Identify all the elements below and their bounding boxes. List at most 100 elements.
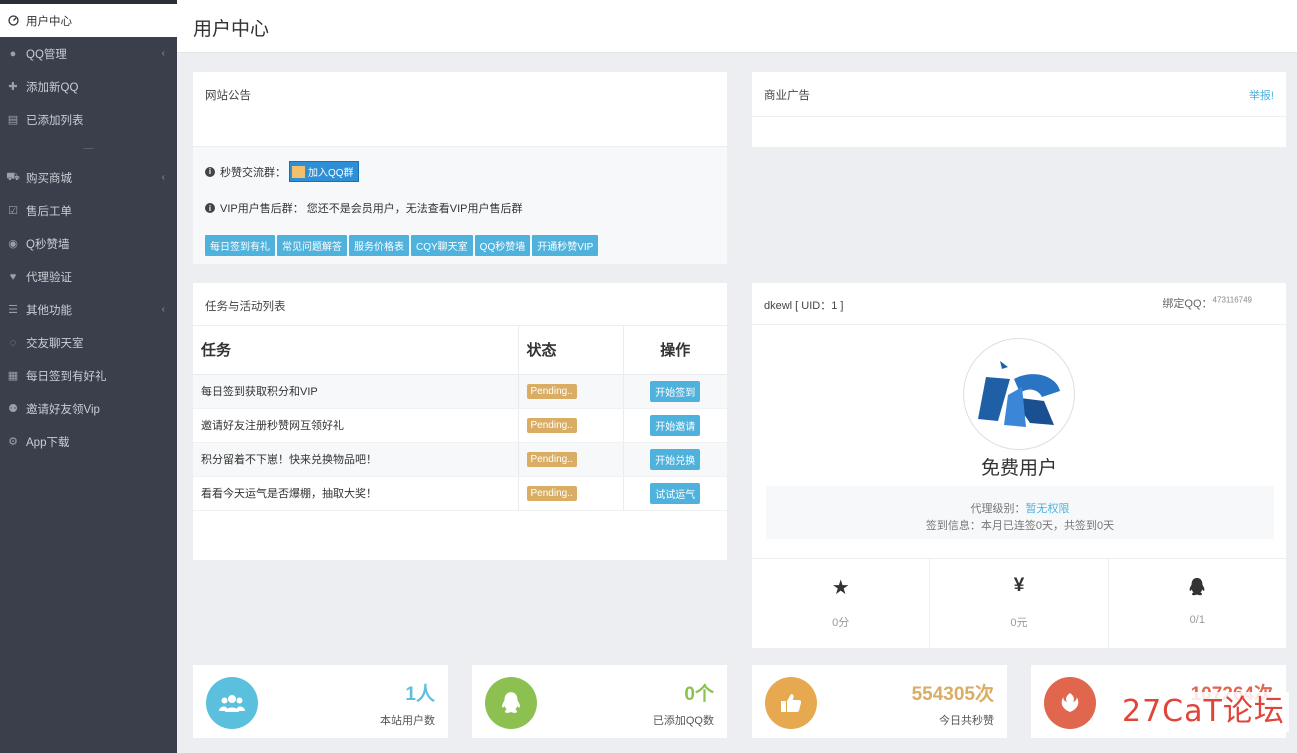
status-badge: Pending.. [526,451,577,467]
qq-icon [485,677,537,729]
ad-divider [752,116,1286,117]
sidebar: 用户中心 ● QQ管理 ‹ ✚ 添加新QQ ▤ 已添加列表 — ⛟ 购买商城 ‹… [0,0,177,753]
join-qq-group-button[interactable]: 加入QQ群 [289,161,359,182]
agent-level-row: 代理级别：暂无权限 [766,500,1274,516]
chevron-left-icon: ‹ [161,172,165,183]
table-row: 每日签到获取积分和VIP Pending.. 开始签到 [193,374,727,409]
qq-icon [1109,577,1286,600]
info-icon: i [205,203,215,213]
logo-icon [978,361,1060,427]
ad-title: 商业广告 [764,90,810,102]
sidebar-item-add-qq[interactable]: ✚ 添加新QQ [0,70,177,103]
column-header-status: 状态 [517,326,623,375]
yen-icon: ¥ [1013,575,1025,596]
sidebar-item-agent-verify[interactable]: ♥ 代理验证 [0,260,177,293]
bind-qq-label: 绑定QQ： [1162,298,1213,310]
sidebar-item-label: 其他功能 [26,304,72,317]
rebel-icon [1044,677,1096,729]
notice-panel: 网站公告 i 秒赞交流群： 加入QQ群 i VIP用户售后群： 您还不是会员用户… [193,72,727,264]
quick-button-chatroom[interactable]: CQY聊天室 [411,235,473,256]
sidebar-item-user-center[interactable]: 用户中心 [0,4,177,37]
start-exchange-button[interactable]: 开始兑换 [650,448,701,470]
balance-value: 0元 [1010,617,1028,629]
qq-icon: ◉ [8,238,18,250]
sidebar-item-label: 用户中心 [26,15,72,28]
sidebar-item-shop[interactable]: ⛟ 购买商城 ‹ [0,161,177,194]
profile-stats: ★ 0分 ¥ 0元 0/1 [752,558,1286,648]
users-icon [206,677,258,729]
star-icon: ★ [831,577,850,599]
user-icon: ● [9,47,17,60]
sidebar-item-added-list[interactable]: ▤ 已添加列表 [0,103,177,136]
group-label: 秒赞交流群： [220,166,286,179]
cart-icon: ⛟ [6,170,20,183]
notice-body: i 秒赞交流群： 加入QQ群 i VIP用户售后群： 您还不是会员用户，无法查看… [193,146,727,264]
tasks-table-wrap: 任务 状态 操作 每日签到获取积分和VIP Pending.. 开始签到 邀请好… [193,325,727,511]
avatar[interactable] [963,338,1075,450]
quick-button-daily-signin[interactable]: 每日签到有礼 [205,235,275,256]
start-signin-button[interactable]: 开始签到 [650,380,701,402]
sidebar-item-daily-signin[interactable]: ▦ 每日签到有好礼 [0,359,177,392]
points-value: 0分 [832,617,850,629]
column-header-action: 操作 [622,326,727,375]
watermark: 27CaT论坛 [1118,692,1289,732]
quick-button-price-list[interactable]: 服务价格表 [349,235,409,256]
profile-bind-qq: 绑定QQ：473116749 [1162,295,1252,311]
status-badge: Pending.. [526,383,577,399]
notice-vip-row: i VIP用户售后群： 您还不是会员用户，无法查看VIP用户售后群 [205,200,523,216]
chat-icon: ◌ [9,336,17,349]
status-badge: Pending.. [526,485,577,501]
qq-count-label: 已添加QQ数 [652,715,714,727]
stat-box-users: 1人 本站用户数 [193,665,448,738]
sidebar-item-label: QQ管理 [26,48,67,61]
users-count: 1人 [405,684,435,705]
sidebar-item-ticket[interactable]: ☑ 售后工单 [0,194,177,227]
start-invite-button[interactable]: 开始邀请 [650,414,701,436]
sidebar-item-qq-manage[interactable]: ● QQ管理 ‹ [0,37,177,70]
sidebar-separator: — [83,143,94,154]
qq-quota-value: 0/1 [1189,614,1205,626]
agent-level-value[interactable]: 暂无权限 [1026,503,1070,515]
notice-group-row: i 秒赞交流群： 加入QQ群 [205,161,359,182]
sidebar-item-invite[interactable]: ⚉ 邀请好友领Vip [0,392,177,425]
table-row: 看看今天运气是否爆棚，抽取大奖！ Pending.. 试试运气 [193,476,727,511]
try-luck-button[interactable]: 试试运气 [650,482,701,504]
sidebar-item-label: 添加新QQ [26,81,79,94]
qq-group-icon [292,165,305,178]
balance-stat: ¥ 0元 [930,559,1109,648]
task-name: 邀请好友注册秒赞网互领好礼 [193,408,518,443]
stat-box-qq: 0个 已添加QQ数 [472,665,727,738]
points-stat: ★ 0分 [752,559,931,648]
task-name: 积分留着不下崽！快来兑换物品吧！ [193,442,518,477]
agent-level-label: 代理级别： [970,503,1026,515]
profile-role: 免费用户 [980,458,1057,479]
profile-panel: dkewl [ UID：1 ] 绑定QQ：473116749 免费用户 代理级别… [752,283,1286,648]
sidebar-item-label: 每日签到有好礼 [26,370,107,383]
heart-icon: ♥ [9,270,17,283]
page-title: 用户中心 [193,19,270,40]
sidebar-item-chatroom[interactable]: ◌ 交友聊天室 [0,326,177,359]
quick-button-faq[interactable]: 常见问题解答 [277,235,347,256]
qq-count: 0个 [684,684,714,705]
page-header: 用户中心 [177,0,1297,53]
sidebar-item-app-download[interactable]: ⚙ App下载 [0,425,177,458]
sidebar-item-other[interactable]: ☰ 其他功能 ‹ [0,293,177,326]
tasks-table: 任务 状态 操作 每日签到获取积分和VIP Pending.. 开始签到 邀请好… [193,326,727,511]
quick-button-like-wall[interactable]: QQ秒赞墙 [474,235,531,256]
table-row: 邀请好友注册秒赞网互领好礼 Pending.. 开始邀请 [193,408,727,443]
qq-quota-stat: 0/1 [1109,559,1286,648]
sidebar-item-label: 已添加列表 [26,114,84,127]
menu-icon: ☰ [8,304,18,316]
vip-group-text: VIP用户售后群： 您还不是会员用户，无法查看VIP用户售后群 [220,203,523,215]
sidebar-item-label: App下载 [26,436,70,449]
tasks-table-header: 任务 状态 操作 [193,326,727,375]
tasks-panel: 任务与活动列表 任务 状态 操作 每日签到获取积分和VIP Pending.. … [193,283,727,560]
users-label: 本站用户数 [380,715,435,727]
sidebar-item-label: 邀请好友领Vip [26,403,100,416]
quick-button-open-vip[interactable]: 开通秒赞VIP [532,235,599,256]
sidebar-item-like-wall[interactable]: ◉ Q秒赞墙 [0,227,177,260]
column-header-task: 任务 [193,326,518,375]
task-name: 每日签到获取积分和VIP [193,374,518,409]
report-link[interactable]: 举报! [1249,87,1274,103]
task-name: 看看今天运气是否爆棚，抽取大奖！ [193,476,518,511]
